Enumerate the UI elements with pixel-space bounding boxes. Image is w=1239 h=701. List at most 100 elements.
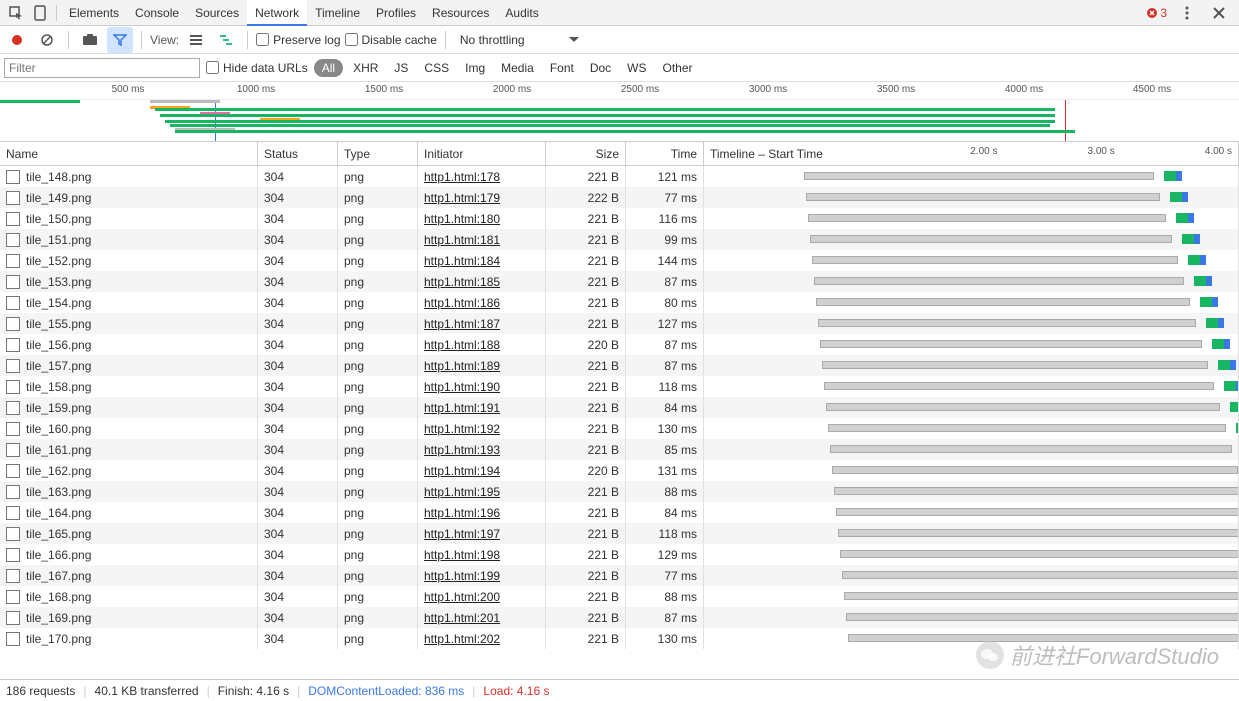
initiator-link[interactable]: http1.html:198: [424, 548, 500, 562]
screenshot-button[interactable]: [77, 27, 103, 53]
filter-type-font[interactable]: Font: [544, 59, 580, 77]
clear-button[interactable]: [34, 27, 60, 53]
initiator-link[interactable]: http1.html:188: [424, 338, 500, 352]
time-cell: 77 ms: [626, 565, 704, 586]
table-row[interactable]: tile_157.png 304 png http1.html:189 221 …: [0, 355, 1239, 376]
filter-type-media[interactable]: Media: [495, 59, 540, 77]
load-marker: [1065, 100, 1066, 142]
initiator-link[interactable]: http1.html:186: [424, 296, 500, 310]
preserve-log-checkbox[interactable]: Preserve log: [256, 33, 340, 47]
view-waterfall-button[interactable]: [213, 27, 239, 53]
initiator-link[interactable]: http1.html:179: [424, 191, 500, 205]
timeline-cell: [704, 250, 1239, 271]
filter-toggle-button[interactable]: [107, 27, 133, 53]
timeline-cell: [704, 271, 1239, 292]
table-row[interactable]: tile_165.png 304 png http1.html:197 221 …: [0, 523, 1239, 544]
table-row[interactable]: tile_155.png 304 png http1.html:187 221 …: [0, 313, 1239, 334]
network-overview[interactable]: 500 ms1000 ms1500 ms2000 ms2500 ms3000 m…: [0, 82, 1239, 142]
initiator-link[interactable]: http1.html:199: [424, 569, 500, 583]
file-icon: [6, 527, 20, 541]
filter-type-all[interactable]: All: [314, 59, 343, 77]
col-status[interactable]: Status: [258, 142, 338, 165]
view-list-button[interactable]: [183, 27, 209, 53]
status-cell: 304: [258, 439, 338, 460]
table-row[interactable]: tile_152.png 304 png http1.html:184 221 …: [0, 250, 1239, 271]
filter-type-css[interactable]: CSS: [418, 59, 455, 77]
timeline-cell: [704, 460, 1239, 481]
time-cell: 80 ms: [626, 292, 704, 313]
table-row[interactable]: tile_169.png 304 png http1.html:201 221 …: [0, 607, 1239, 628]
table-row[interactable]: tile_161.png 304 png http1.html:193 221 …: [0, 439, 1239, 460]
initiator-link[interactable]: http1.html:189: [424, 359, 500, 373]
filter-type-ws[interactable]: WS: [621, 59, 652, 77]
tab-resources[interactable]: Resources: [424, 0, 497, 26]
table-row[interactable]: tile_162.png 304 png http1.html:194 220 …: [0, 460, 1239, 481]
file-name: tile_159.png: [26, 401, 91, 415]
filter-type-img[interactable]: Img: [459, 59, 491, 77]
initiator-link[interactable]: http1.html:180: [424, 212, 500, 226]
kebab-menu-icon[interactable]: [1175, 1, 1199, 25]
network-grid[interactable]: tile_148.png 304 png http1.html:178 221 …: [0, 166, 1239, 679]
table-row[interactable]: tile_158.png 304 png http1.html:190 221 …: [0, 376, 1239, 397]
table-row[interactable]: tile_156.png 304 png http1.html:188 220 …: [0, 334, 1239, 355]
col-timeline[interactable]: Timeline – Start Time 2.00 s3.00 s4.00 s: [704, 142, 1239, 165]
filter-type-doc[interactable]: Doc: [584, 59, 617, 77]
table-row[interactable]: tile_167.png 304 png http1.html:199 221 …: [0, 565, 1239, 586]
hide-data-urls-checkbox[interactable]: Hide data URLs: [206, 61, 308, 75]
tab-elements[interactable]: Elements: [61, 0, 127, 26]
col-initiator[interactable]: Initiator: [418, 142, 546, 165]
initiator-link[interactable]: http1.html:201: [424, 611, 500, 625]
record-button[interactable]: [4, 27, 30, 53]
filter-type-other[interactable]: Other: [657, 59, 699, 77]
initiator-link[interactable]: http1.html:191: [424, 401, 500, 415]
error-count-value: 3: [1160, 6, 1167, 20]
col-type[interactable]: Type: [338, 142, 418, 165]
filter-input[interactable]: [4, 58, 200, 78]
table-row[interactable]: tile_153.png 304 png http1.html:185 221 …: [0, 271, 1239, 292]
initiator-link[interactable]: http1.html:190: [424, 380, 500, 394]
close-icon[interactable]: [1207, 1, 1231, 25]
table-row[interactable]: tile_163.png 304 png http1.html:195 221 …: [0, 481, 1239, 502]
initiator-link[interactable]: http1.html:197: [424, 527, 500, 541]
col-size[interactable]: Size: [546, 142, 626, 165]
device-toggle-icon[interactable]: [28, 1, 52, 25]
tab-network[interactable]: Network: [247, 0, 307, 26]
initiator-link[interactable]: http1.html:196: [424, 506, 500, 520]
table-row[interactable]: tile_170.png 304 png http1.html:202 221 …: [0, 628, 1239, 649]
initiator-link[interactable]: http1.html:192: [424, 422, 500, 436]
table-row[interactable]: tile_149.png 304 png http1.html:179 222 …: [0, 187, 1239, 208]
initiator-link[interactable]: http1.html:181: [424, 233, 500, 247]
tab-profiles[interactable]: Profiles: [368, 0, 424, 26]
initiator-link[interactable]: http1.html:202: [424, 632, 500, 646]
table-row[interactable]: tile_159.png 304 png http1.html:191 221 …: [0, 397, 1239, 418]
tab-sources[interactable]: Sources: [187, 0, 247, 26]
table-row[interactable]: tile_148.png 304 png http1.html:178 221 …: [0, 166, 1239, 187]
initiator-link[interactable]: http1.html:195: [424, 485, 500, 499]
filter-type-xhr[interactable]: XHR: [347, 59, 384, 77]
table-row[interactable]: tile_168.png 304 png http1.html:200 221 …: [0, 586, 1239, 607]
type-cell: png: [338, 460, 418, 481]
filter-type-js[interactable]: JS: [388, 59, 414, 77]
initiator-link[interactable]: http1.html:193: [424, 443, 500, 457]
initiator-link[interactable]: http1.html:194: [424, 464, 500, 478]
inspect-element-icon[interactable]: [4, 1, 28, 25]
table-row[interactable]: tile_154.png 304 png http1.html:186 221 …: [0, 292, 1239, 313]
initiator-link[interactable]: http1.html:185: [424, 275, 500, 289]
table-row[interactable]: tile_164.png 304 png http1.html:196 221 …: [0, 502, 1239, 523]
col-time[interactable]: Time: [626, 142, 704, 165]
tab-timeline[interactable]: Timeline: [307, 0, 368, 26]
col-name[interactable]: Name: [0, 142, 258, 165]
table-row[interactable]: tile_160.png 304 png http1.html:192 221 …: [0, 418, 1239, 439]
table-row[interactable]: tile_166.png 304 png http1.html:198 221 …: [0, 544, 1239, 565]
table-row[interactable]: tile_150.png 304 png http1.html:180 221 …: [0, 208, 1239, 229]
initiator-link[interactable]: http1.html:200: [424, 590, 500, 604]
table-row[interactable]: tile_151.png 304 png http1.html:181 221 …: [0, 229, 1239, 250]
initiator-link[interactable]: http1.html:187: [424, 317, 500, 331]
tab-console[interactable]: Console: [127, 0, 187, 26]
initiator-link[interactable]: http1.html:184: [424, 254, 500, 268]
error-count[interactable]: 3: [1146, 6, 1167, 20]
disable-cache-checkbox[interactable]: Disable cache: [345, 33, 437, 47]
initiator-link[interactable]: http1.html:178: [424, 170, 500, 184]
throttling-select[interactable]: No throttling: [454, 33, 585, 47]
tab-audits[interactable]: Audits: [497, 0, 546, 26]
